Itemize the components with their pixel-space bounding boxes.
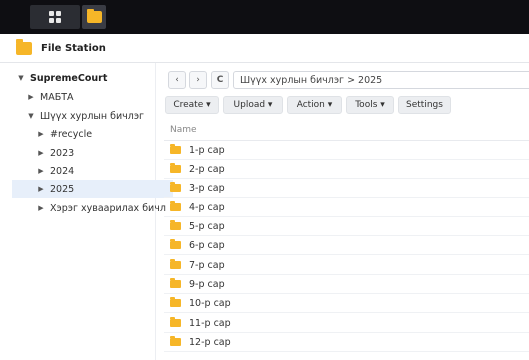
folder-name: 5-р сар [189,220,225,232]
folder-name: 6-р сар [189,239,225,251]
column-header-name[interactable]: Name [170,125,197,135]
tree-item-label: Шүүх хурлын бичлэг [40,110,145,122]
chevron-down-icon[interactable]: ▼ [18,74,24,82]
tree-item-label: 2025 [50,183,75,195]
chevron-left-icon: ‹ [175,75,179,85]
tree-item-label: #recycle [50,128,93,140]
list-item[interactable]: 6-р сар [164,236,529,255]
tree-item-mabta[interactable]: ▶ МАБТА [0,88,176,106]
tree-item-court-recordings[interactable]: ▼ Шүүх хурлын бичлэг [0,107,176,125]
list-item[interactable]: 5-р сар [164,217,529,236]
chevron-right-icon[interactable]: ▶ [38,185,44,193]
folder-icon [170,297,181,307]
folder-name: 10-р сар [189,297,231,309]
folder-icon [86,9,102,23]
tree-root-supremecourt[interactable]: ▼ SupremeCourt [0,69,166,87]
tools-label: Tools ▾ [355,100,385,110]
list-item[interactable]: 11-р сар [164,314,529,333]
list-item[interactable]: 10-р сар [164,294,529,313]
tree-item-2025[interactable]: ▶ 2025 [12,180,173,198]
list-item[interactable]: 4-р сар [164,198,529,217]
folder-icon [170,163,181,173]
back-button[interactable]: ‹ [168,71,186,89]
chevron-right-icon[interactable]: ▶ [38,130,44,138]
upload-label: Upload ▾ [233,100,273,110]
chevron-right-icon: › [196,75,200,85]
folder-name: 12-р сар [189,336,231,348]
upload-button[interactable]: Upload ▾ [223,96,283,114]
folder-name: 4-р сар [189,201,225,213]
chevron-down-icon[interactable]: ▼ [28,112,34,120]
path-bar[interactable]: Шүүх хурлын бичлэг > 2025 [233,71,529,89]
file-list-pane: ‹ › C Шүүх хурлын бичлэг > 2025 Create ▾… [156,63,529,360]
sidebar: ▼ SupremeCourt ▶ МАБТА ▼ Шүүх хурлын бич… [0,63,173,360]
tree-item-label: 2024 [50,165,75,177]
file-station-taskbar-button[interactable] [82,5,106,29]
list-item[interactable]: 7-р сар [164,256,529,275]
tree-item-label: 2023 [50,147,75,159]
settings-label: Settings [406,100,443,110]
folder-name: 2-р сар [189,163,225,175]
folder-name: 11-р сар [189,317,231,329]
list-item[interactable]: 9-р сар [164,275,529,294]
folder-icon [170,259,181,269]
folder-name: 1-р сар [189,144,225,156]
file-station-icon [16,38,32,55]
folder-icon [170,278,181,288]
tree-item-label: МАБТА [40,91,74,103]
folder-icon [170,317,181,327]
folder-icon [170,144,181,154]
refresh-icon: C [216,75,224,85]
action-label: Action ▾ [296,100,333,110]
list-item[interactable]: 2-р сар [164,160,529,179]
folder-name: 9-р сар [189,278,225,290]
grid-icon [49,11,61,23]
chevron-right-icon[interactable]: ▶ [38,204,44,212]
folder-icon [170,336,181,346]
list-item[interactable]: 1-р сар [164,141,529,160]
list-item[interactable]: 3-р сар [164,179,529,198]
list-item[interactable]: 12-р сар [164,333,529,352]
action-button[interactable]: Action ▾ [287,96,342,114]
folder-icon [170,239,181,249]
tree-root-label: SupremeCourt [30,72,108,84]
settings-button[interactable]: Settings [398,96,451,114]
chevron-right-icon[interactable]: ▶ [38,167,44,175]
main-menu-button[interactable] [30,5,80,29]
folder-icon [170,201,181,211]
chevron-right-icon[interactable]: ▶ [28,93,34,101]
tools-button[interactable]: Tools ▾ [346,96,394,114]
create-label: Create ▾ [173,100,211,110]
path-text: Шүүх хурлын бичлэг > 2025 [240,74,383,86]
window-titlebar: File Station [0,34,529,63]
forward-button[interactable]: › [189,71,207,89]
folder-name: 3-р сар [189,182,225,194]
folder-icon [170,182,181,192]
chevron-right-icon[interactable]: ▶ [38,149,44,157]
folder-name: 7-р сар [189,259,225,271]
tree-item-label: Хэрэг хуваарилах бичл [50,202,166,214]
taskbar [0,0,529,34]
create-button[interactable]: Create ▾ [165,96,219,114]
refresh-button[interactable]: C [211,71,229,89]
folder-icon [170,220,181,230]
window-title: File Station [41,42,106,54]
